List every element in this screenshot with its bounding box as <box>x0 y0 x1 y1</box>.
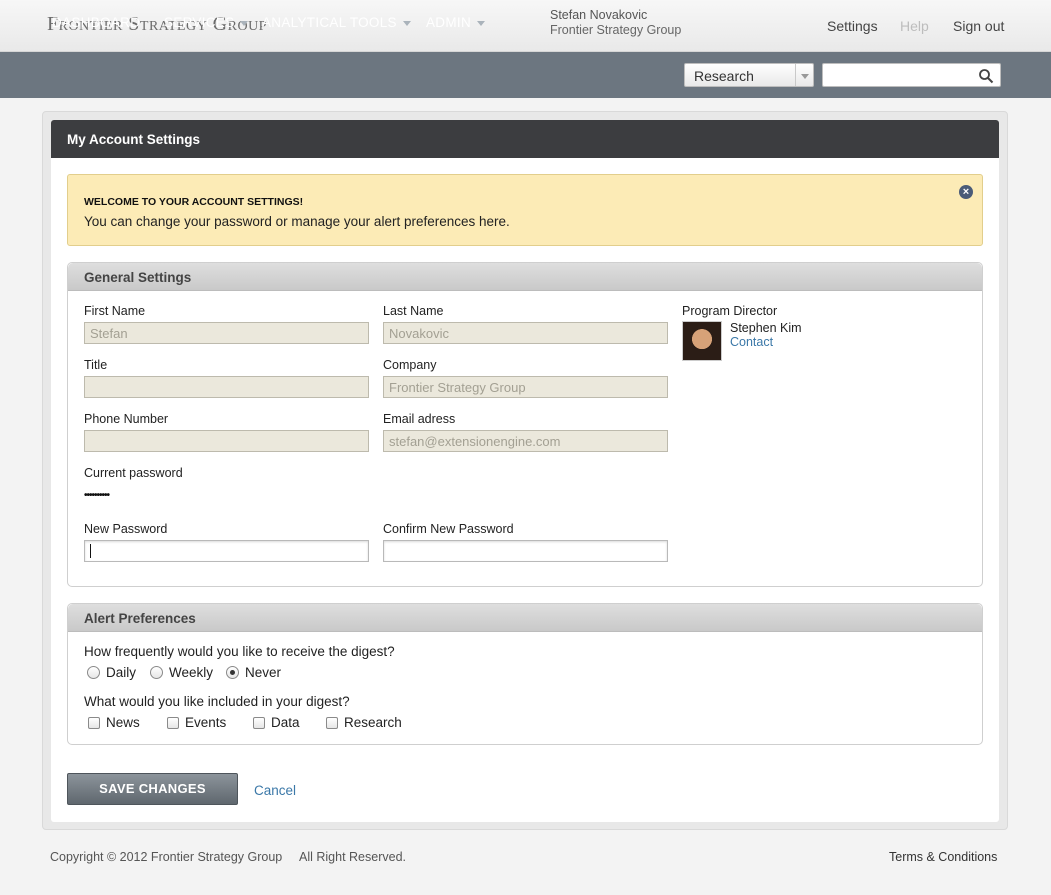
email-field[interactable]: stefan@extensionengine.com <box>383 430 668 452</box>
checkbox-events[interactable]: Events <box>167 715 226 730</box>
search-scope-select[interactable]: Research <box>684 63 814 87</box>
nav-analytical-tools[interactable]: ANALYTICAL TOOLS <box>262 15 411 30</box>
close-icon[interactable]: × <box>959 185 973 199</box>
text-cursor <box>90 544 91 558</box>
current-password-value: •••••••••• <box>84 490 110 501</box>
rights-text: All Right Reserved. <box>299 850 406 864</box>
general-settings-title: General Settings <box>84 270 192 285</box>
nav-dashboard[interactable]: DASHBOARD <box>52 15 140 30</box>
radio-button-selected[interactable] <box>226 666 239 679</box>
help-link[interactable]: Help <box>900 18 929 34</box>
save-changes-button[interactable]: SAVE CHANGES <box>67 773 238 805</box>
user-info: Stefan Novakovic Frontier Strategy Group <box>550 8 681 38</box>
company-field[interactable]: Frontier Strategy Group <box>383 376 668 398</box>
confirm-password-label: Confirm New Password <box>383 522 514 536</box>
nav-admin[interactable]: ADMIN <box>426 15 485 30</box>
last-name-field[interactable]: Novakovic <box>383 322 668 344</box>
checkbox-data-label: Data <box>271 715 300 730</box>
select-dropdown-button[interactable] <box>795 64 813 86</box>
nav-admin-label: ADMIN <box>426 15 471 30</box>
title-label: Title <box>84 358 108 372</box>
welcome-notice: WELCOME TO YOUR ACCOUNT SETTINGS! You ca… <box>67 174 983 246</box>
avatar <box>682 321 722 361</box>
top-header: Frontier Strategy Group Stefan Novakovic… <box>0 0 1051 52</box>
program-director-label: Program Director <box>682 304 778 318</box>
checkbox-research-label: Research <box>344 715 402 730</box>
checkbox-research[interactable]: Research <box>326 715 402 730</box>
general-settings-section: General Settings <box>67 262 983 587</box>
sign-out-link[interactable]: Sign out <box>953 18 1004 34</box>
title-field[interactable] <box>84 376 369 398</box>
contact-link[interactable]: Contact <box>730 335 773 349</box>
chevron-down-icon <box>402 20 411 26</box>
search-icon[interactable] <box>978 68 994 84</box>
checkbox-news[interactable]: News <box>88 715 140 730</box>
include-question: What would you like included in your dig… <box>84 694 350 709</box>
page-title: My Account Settings <box>67 132 201 147</box>
search-scope-value: Research <box>694 68 754 84</box>
chevron-down-icon <box>240 20 249 26</box>
email-label: Email adress <box>383 412 456 426</box>
copyright-text: Copyright © 2012 Frontier Strategy Group <box>50 850 283 864</box>
new-password-label: New Password <box>84 522 168 536</box>
checkbox[interactable] <box>253 716 265 729</box>
radio-button[interactable] <box>87 666 100 679</box>
welcome-heading: WELCOME TO YOUR ACCOUNT SETTINGS! <box>84 196 304 208</box>
radio-button[interactable] <box>150 666 163 679</box>
chevron-down-icon <box>801 74 809 79</box>
checkbox-news-label: News <box>106 715 140 730</box>
checkbox[interactable] <box>326 716 338 729</box>
search-input[interactable] <box>822 63 1001 87</box>
program-director-name: Stephen Kim <box>730 321 802 335</box>
radio-never[interactable]: Never <box>226 665 281 680</box>
radio-never-label: Never <box>245 665 282 680</box>
radio-weekly-label: Weekly <box>169 665 214 680</box>
new-password-field[interactable] <box>84 540 369 562</box>
nav-dashboard-label: DASHBOARD <box>52 15 141 30</box>
nav-services-label: SERVICES <box>164 15 235 30</box>
terms-link[interactable]: Terms & Conditions <box>889 850 997 864</box>
checkbox[interactable] <box>167 716 179 729</box>
first-name-field[interactable]: Stefan <box>84 322 369 344</box>
last-name-label: Last Name <box>383 304 444 318</box>
checkbox-events-label: Events <box>185 715 227 730</box>
phone-label: Phone Number <box>84 412 169 426</box>
radio-daily-label: Daily <box>106 665 137 680</box>
panel-header: My Account Settings <box>51 120 999 158</box>
welcome-body: You can change your password or manage y… <box>84 214 510 229</box>
user-name: Stefan Novakovic <box>550 8 648 22</box>
current-password-label: Current password <box>84 466 183 480</box>
confirm-password-field[interactable] <box>383 540 668 562</box>
nav-services[interactable]: SERVICES <box>164 15 249 30</box>
radio-daily[interactable]: Daily <box>87 665 136 680</box>
general-settings-header: General Settings <box>68 263 982 291</box>
checkbox[interactable] <box>88 716 100 729</box>
alert-preferences-header: Alert Preferences <box>68 604 982 632</box>
settings-link[interactable]: Settings <box>827 18 878 34</box>
alert-preferences-title: Alert Preferences <box>84 611 196 626</box>
chevron-down-icon <box>477 20 485 26</box>
radio-weekly[interactable]: Weekly <box>150 665 213 680</box>
user-company: Frontier Strategy Group <box>550 23 682 37</box>
checkbox-data[interactable]: Data <box>253 715 300 730</box>
phone-field[interactable] <box>84 430 369 452</box>
company-label: Company <box>383 358 437 372</box>
frequency-question: How frequently would you like to receive… <box>84 644 395 659</box>
nav-analytical-tools-label: ANALYTICAL TOOLS <box>262 15 397 30</box>
cancel-link[interactable]: Cancel <box>254 783 296 798</box>
first-name-label: First Name <box>84 304 146 318</box>
